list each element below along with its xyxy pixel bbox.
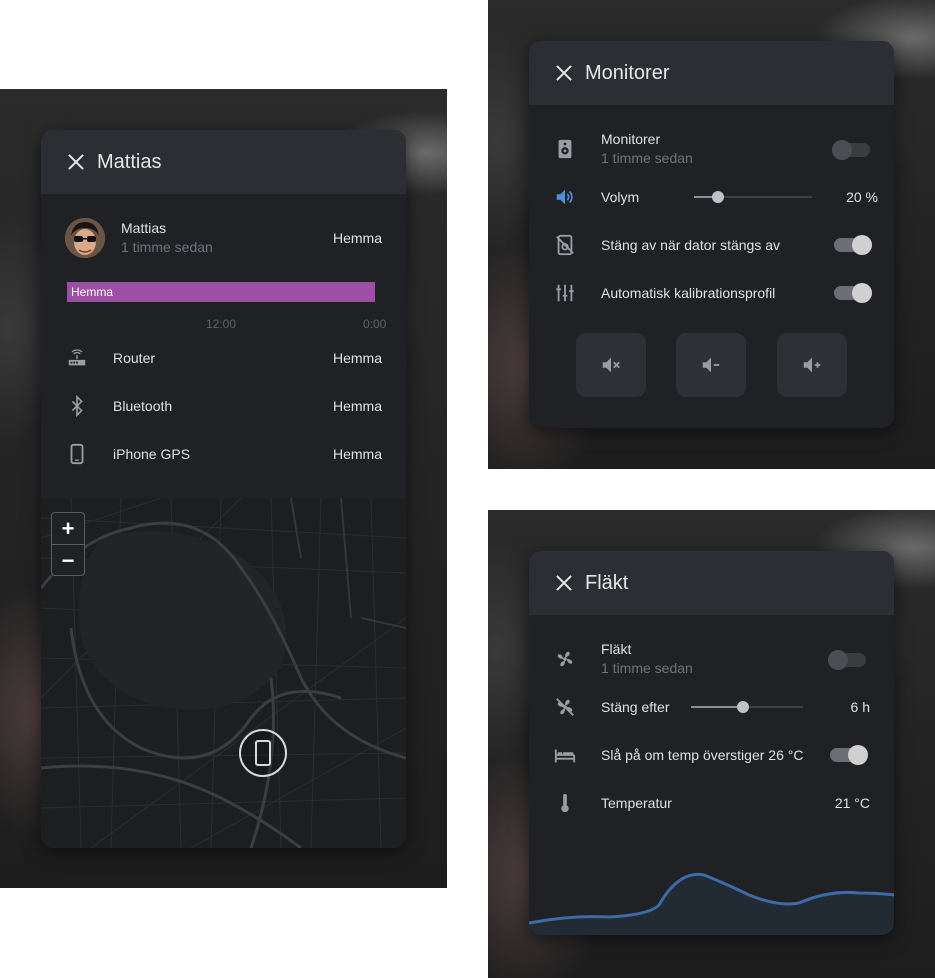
volume-thumb[interactable]	[711, 191, 724, 203]
timer-value: 6 h	[850, 699, 870, 715]
volume-mute-button[interactable]	[576, 333, 646, 397]
volume-value: 20 %	[846, 189, 878, 205]
history-timeline[interactable]: Hemma	[67, 282, 375, 302]
sensor-row[interactable]: Temperatur 21 °C	[529, 791, 894, 815]
person-card: Mattias Mattias 1 timme sedan Hemma Hemm…	[41, 130, 406, 848]
switch-label: Slå på om temp överstiger 26 °C	[601, 747, 804, 763]
temperature-graph	[529, 872, 894, 935]
switch-row[interactable]: Slå på om temp överstiger 26 °C	[529, 743, 894, 767]
volume-slider[interactable]	[694, 191, 812, 203]
tune-vertical-icon	[553, 281, 577, 305]
card-title: Monitorer	[585, 61, 670, 84]
volume-plus-icon	[803, 357, 821, 373]
person-row[interactable]: Mattias 1 timme sedan Hemma	[41, 216, 406, 260]
map-tiles	[41, 498, 406, 848]
tracker-state: Hemma	[332, 446, 382, 462]
tracker-label: Router	[113, 350, 156, 366]
timeline-tick: 0:00	[363, 317, 387, 331]
entity-name: Monitorer	[601, 131, 661, 147]
switch-toggle[interactable]	[834, 235, 872, 255]
bluetooth-icon	[65, 394, 89, 418]
speaker-icon	[553, 137, 577, 161]
last-changed: 1 timme sedan	[601, 150, 693, 166]
entity-row[interactable]: Fläkt 1 timme sedan	[529, 641, 894, 681]
person-name: Mattias	[121, 220, 167, 236]
close-icon[interactable]	[67, 153, 85, 171]
volume-row: Volym 20 %	[529, 185, 894, 209]
card-header: Monitorer	[529, 41, 894, 105]
zoom-out-button[interactable]: −	[52, 545, 84, 576]
switch-row[interactable]: Automatisk kalibrationsprofil	[529, 281, 894, 305]
person-screenshot: Mattias Mattias 1 timme sedan Hemma Hemm…	[0, 89, 447, 888]
cellphone-icon	[65, 442, 89, 466]
volume-up-button[interactable]	[777, 333, 847, 397]
switch-toggle[interactable]	[830, 745, 868, 765]
last-changed: 1 timme sedan	[121, 239, 213, 255]
fan-screenshot: Fläkt Fläkt 1 timme sedan Stäng efter 6 …	[488, 510, 935, 978]
volume-label: Volym	[601, 189, 640, 205]
volume-down-button[interactable]	[676, 333, 746, 397]
switch-toggle[interactable]	[834, 283, 872, 303]
avatar	[65, 218, 105, 258]
timer-row: Stäng efter 6 h	[529, 695, 894, 719]
bed-icon	[553, 743, 577, 767]
timeline-tick: 12:00	[206, 317, 237, 331]
card-header: Mattias	[41, 130, 406, 194]
switch-label: Stäng av när dator stängs av	[601, 237, 780, 253]
close-icon[interactable]	[555, 64, 573, 82]
fan-card: Fläkt Fläkt 1 timme sedan Stäng efter 6 …	[529, 551, 894, 935]
timeline-label: Hemma	[71, 285, 114, 299]
fan-icon	[553, 647, 577, 671]
tracker-state: Hemma	[332, 398, 382, 414]
timer-label: Stäng efter	[601, 699, 670, 715]
tracker-row[interactable]: Router Hemma	[41, 346, 406, 370]
speaker-off-icon	[553, 233, 577, 257]
volume-minus-icon	[702, 357, 720, 373]
tracker-row[interactable]: iPhone GPS Hemma	[41, 442, 406, 466]
thermometer-icon	[553, 791, 577, 815]
switch-row[interactable]: Stäng av när dator stängs av	[529, 233, 894, 257]
volume-mute-icon	[602, 357, 620, 373]
map[interactable]: + −	[41, 498, 406, 848]
entity-toggle[interactable]	[832, 140, 870, 160]
timer-fill	[691, 706, 743, 708]
card-header: Fläkt	[529, 551, 894, 615]
tracker-state: Hemma	[332, 350, 382, 366]
timer-thumb[interactable]	[736, 701, 749, 713]
zoom-control: + −	[51, 512, 85, 576]
sensor-value: 21 °C	[834, 795, 870, 811]
switch-label: Automatisk kalibrationsprofil	[601, 285, 776, 301]
card-title: Fläkt	[585, 571, 629, 594]
last-changed: 1 timme sedan	[601, 660, 693, 676]
volume-high-icon	[553, 185, 577, 209]
fan-off-icon	[553, 695, 577, 719]
zoom-in-button[interactable]: +	[52, 513, 84, 545]
entity-name: Fläkt	[601, 641, 632, 657]
monitor-screenshot: Monitorer Monitorer 1 timme sedan Volym …	[488, 0, 935, 469]
entity-toggle[interactable]	[828, 650, 866, 670]
entity-row[interactable]: Monitorer 1 timme sedan	[529, 131, 894, 171]
sensor-label: Temperatur	[601, 795, 672, 811]
tracker-label: Bluetooth	[113, 398, 173, 414]
person-state: Hemma	[332, 230, 382, 246]
tracker-row[interactable]: Bluetooth Hemma	[41, 394, 406, 418]
timer-slider[interactable]	[691, 701, 803, 713]
card-title: Mattias	[97, 150, 162, 173]
monitor-card: Monitorer Monitorer 1 timme sedan Volym …	[529, 41, 894, 428]
router-icon	[65, 346, 89, 370]
tracker-label: iPhone GPS	[113, 446, 191, 462]
close-icon[interactable]	[555, 574, 573, 592]
